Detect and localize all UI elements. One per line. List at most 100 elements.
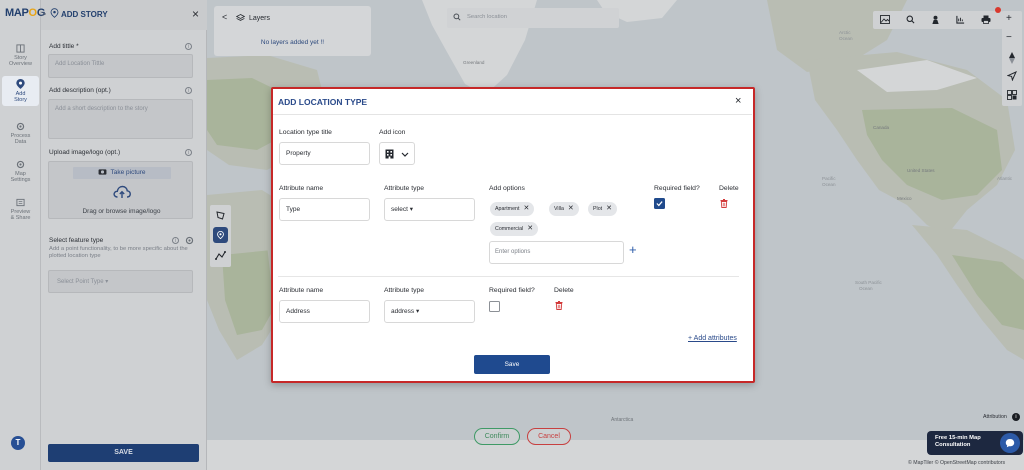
zoom-out-button[interactable]: − [1006, 33, 1012, 43]
close-icon[interactable]: ✕ [523, 205, 529, 212]
add-icon-label: Add icon [379, 129, 406, 136]
option-chip-label: Plot [593, 206, 603, 212]
confirm-button[interactable]: Confirm [474, 428, 520, 445]
options-input[interactable]: Enter options [489, 241, 624, 264]
location-pin-icon [217, 230, 224, 240]
close-icon[interactable]: ✕ [568, 205, 574, 212]
consultation-widget[interactable]: Free 15-min Map Consultation [927, 431, 1023, 455]
chevron-down-icon [401, 152, 409, 157]
caret-down-icon: ▾ [105, 279, 109, 285]
attribution-info-icon[interactable]: i [1012, 413, 1020, 421]
info-icon[interactable]: i [185, 43, 192, 50]
search-input[interactable]: Search location [467, 14, 507, 20]
locate-me-icon[interactable] [1007, 71, 1017, 81]
chat-button[interactable] [1000, 433, 1020, 453]
map-label-atlantic: Atlantic [997, 176, 1013, 181]
take-picture-button[interactable]: Take picture [73, 167, 171, 179]
layers-icon [236, 14, 245, 21]
zoom-in-button[interactable]: + [1006, 14, 1012, 24]
back-chevron-icon[interactable]: < [222, 12, 227, 22]
location-type-title-input[interactable]: Property [279, 142, 370, 165]
print-icon[interactable] [981, 15, 991, 24]
layers-title: Layers [249, 15, 271, 22]
option-chip[interactable]: Villa ✕ [549, 202, 579, 216]
gear-icon [16, 122, 25, 131]
close-icon[interactable]: ✕ [527, 225, 533, 232]
line-draw-icon[interactable] [215, 250, 226, 261]
upload-dropzone[interactable]: Take picture Drag or browse image/logo [48, 161, 193, 219]
rail-item-map-settings[interactable]: Map Settings [2, 160, 39, 183]
layers-panel: < Layers No layers added yet !! [214, 6, 371, 56]
map-label-ocean-2: Ocean [822, 182, 836, 187]
icon-picker[interactable] [379, 142, 415, 165]
description-input[interactable]: Add a short description to the story [48, 99, 193, 139]
save-story-button[interactable]: SAVE [48, 444, 199, 462]
option-chip[interactable]: Commercial ✕ [490, 222, 539, 236]
polygon-icon[interactable] [215, 210, 226, 221]
layers-empty-message: No layers added yet !! [260, 39, 325, 46]
gear-icon[interactable] [185, 236, 194, 245]
option-chip[interactable]: Plot ✕ [588, 202, 618, 216]
map-label-canada: Canada [873, 125, 890, 130]
required-field-label: Required field? [654, 185, 700, 192]
delete-label: Delete [554, 287, 574, 294]
camera-icon [99, 169, 107, 175]
rail-item-story-overview[interactable]: Story Overview [2, 44, 39, 67]
search-icon [453, 13, 461, 21]
map-label-antarctica: Antarctica [611, 417, 634, 423]
logo-accent: O [28, 7, 38, 19]
delete-label: Delete [719, 185, 739, 192]
trash-icon[interactable] [720, 199, 728, 208]
point-tool-button[interactable] [213, 227, 228, 243]
map-image-icon[interactable] [880, 15, 890, 24]
location-pin-icon [50, 8, 59, 18]
page-title: ADD STORY [61, 10, 108, 19]
attribute-name-input[interactable]: Type [279, 198, 370, 221]
caret-down-icon: ▾ [415, 308, 420, 315]
map-label-mexico: Mexico [897, 196, 912, 201]
required-checkbox[interactable] [489, 301, 500, 312]
rail-item-add-story[interactable]: Add Story [2, 76, 39, 106]
cancel-button[interactable]: Cancel [527, 428, 571, 445]
attribute-type-select[interactable]: address ▾ [384, 300, 475, 323]
rail-item-preview-share[interactable]: Preview & Share [2, 198, 39, 221]
rail-label-2: Story [14, 97, 27, 103]
location-search[interactable]: Search location [447, 8, 619, 28]
title-input[interactable]: Add Location Tittle [48, 54, 193, 78]
measure-icon[interactable] [956, 15, 965, 24]
avatar[interactable]: T [11, 436, 25, 450]
row-divider [278, 276, 739, 277]
info-icon[interactable]: i [172, 237, 179, 244]
attribute-type-select[interactable]: select ▾ [384, 198, 475, 221]
left-rail: Story Overview Add Story Process Data Ma… [0, 0, 41, 470]
map-copyright: © MapTiler © OpenStreetMap contributors [908, 460, 1006, 466]
option-chip[interactable]: Apartment ✕ [490, 202, 535, 216]
point-type-select[interactable]: Select Point Type ▾ [48, 270, 193, 293]
option-chip-label: Villa [554, 206, 564, 212]
info-icon[interactable]: i [185, 149, 192, 156]
attribute-type-value: address [391, 308, 415, 315]
required-checkbox[interactable] [654, 198, 665, 209]
close-panel-button[interactable]: × [192, 7, 199, 21]
panel-header: MAPOG > ADD STORY × [0, 0, 207, 30]
info-icon[interactable]: i [185, 87, 192, 94]
caret-down-icon: ▾ [409, 206, 414, 213]
search-icon[interactable] [906, 15, 915, 24]
basemap-icon[interactable] [1007, 90, 1017, 100]
app-root: Greenland Arctic Ocean Canada United Sta… [0, 0, 1024, 470]
compass-icon[interactable] [1008, 52, 1016, 64]
cloud-upload-icon [113, 185, 131, 198]
trash-icon[interactable] [555, 301, 563, 310]
close-icon[interactable]: ✕ [606, 205, 612, 212]
add-option-button[interactable]: + [629, 243, 637, 256]
description-label: Add description (opt.) [49, 87, 111, 94]
rail-item-process-data[interactable]: Process Data [2, 122, 39, 145]
rail-label-2: Overview [9, 61, 32, 67]
close-icon[interactable]: × [735, 95, 741, 107]
attribute-name-input[interactable]: Address [279, 300, 370, 323]
save-button[interactable]: Save [474, 355, 550, 374]
add-attributes-link[interactable]: + Add attributes [688, 335, 737, 342]
logo-text: MAP [5, 7, 29, 19]
person-pin-icon[interactable] [931, 15, 940, 25]
building-icon [385, 149, 394, 159]
